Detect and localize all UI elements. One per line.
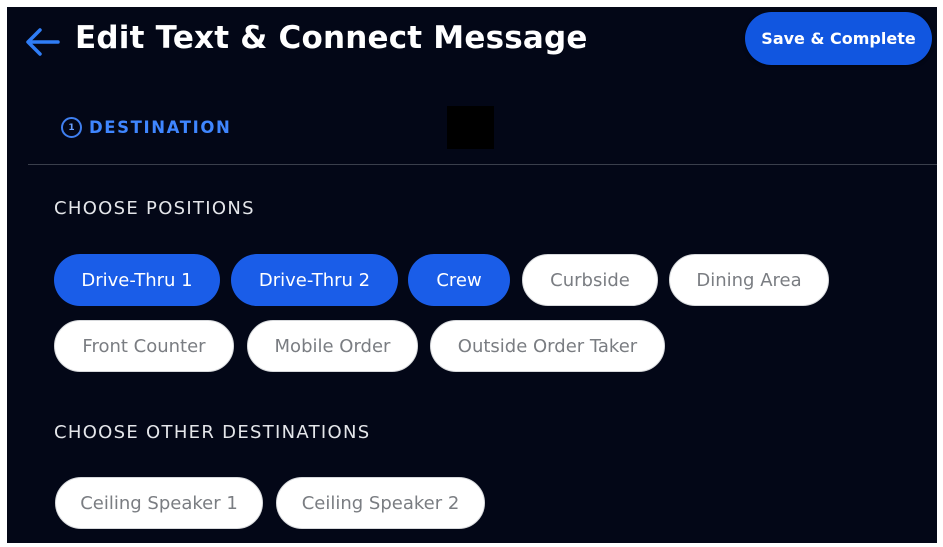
section-divider bbox=[28, 164, 937, 165]
chip-label: Curbside bbox=[550, 269, 630, 291]
chip-label: Drive-Thru 2 bbox=[258, 269, 371, 291]
step-indicator: 1 DESTINATION bbox=[61, 117, 231, 138]
positions-heading: CHOOSE POSITIONS bbox=[54, 198, 255, 219]
chip-label: Mobile Order bbox=[274, 335, 391, 357]
chip-label: Dining Area bbox=[696, 269, 802, 291]
page-title: Edit Text & Connect Message bbox=[75, 20, 588, 56]
destination-chip-ceiling-speaker-1[interactable]: Ceiling Speaker 1 bbox=[55, 477, 263, 529]
back-button[interactable] bbox=[23, 25, 63, 59]
other-destinations-heading: CHOOSE OTHER DESTINATIONS bbox=[54, 422, 371, 443]
position-chip-dining-area[interactable]: Dining Area bbox=[669, 254, 829, 306]
position-chip-outside-order-taker[interactable]: Outside Order Taker bbox=[430, 320, 665, 372]
destination-chip-ceiling-speaker-2[interactable]: Ceiling Speaker 2 bbox=[276, 477, 485, 529]
position-chip-front-counter[interactable]: Front Counter bbox=[54, 320, 234, 372]
chip-label: Crew bbox=[436, 269, 482, 291]
position-chip-curbside[interactable]: Curbside bbox=[522, 254, 658, 306]
step-number-badge: 1 bbox=[61, 117, 82, 138]
header: Edit Text & Connect Message Save & Compl… bbox=[7, 7, 937, 77]
chip-label: Ceiling Speaker 1 bbox=[80, 492, 238, 514]
chip-label: Front Counter bbox=[82, 335, 206, 357]
edit-message-panel: Edit Text & Connect Message Save & Compl… bbox=[7, 7, 937, 543]
save-complete-button[interactable]: Save & Complete bbox=[745, 12, 932, 65]
position-chip-drive-thru-2[interactable]: Drive-Thru 2 bbox=[231, 254, 398, 306]
position-chip-drive-thru-1[interactable]: Drive-Thru 1 bbox=[54, 254, 220, 306]
step-label: DESTINATION bbox=[89, 118, 232, 137]
arrow-left-icon bbox=[26, 28, 60, 56]
chip-label: Ceiling Speaker 2 bbox=[301, 492, 460, 514]
position-chip-crew[interactable]: Crew bbox=[408, 254, 510, 306]
chip-label: Outside Order Taker bbox=[457, 335, 638, 357]
redacted-block bbox=[447, 106, 494, 149]
chip-label: Drive-Thru 1 bbox=[81, 269, 193, 291]
position-chip-mobile-order[interactable]: Mobile Order bbox=[247, 320, 418, 372]
